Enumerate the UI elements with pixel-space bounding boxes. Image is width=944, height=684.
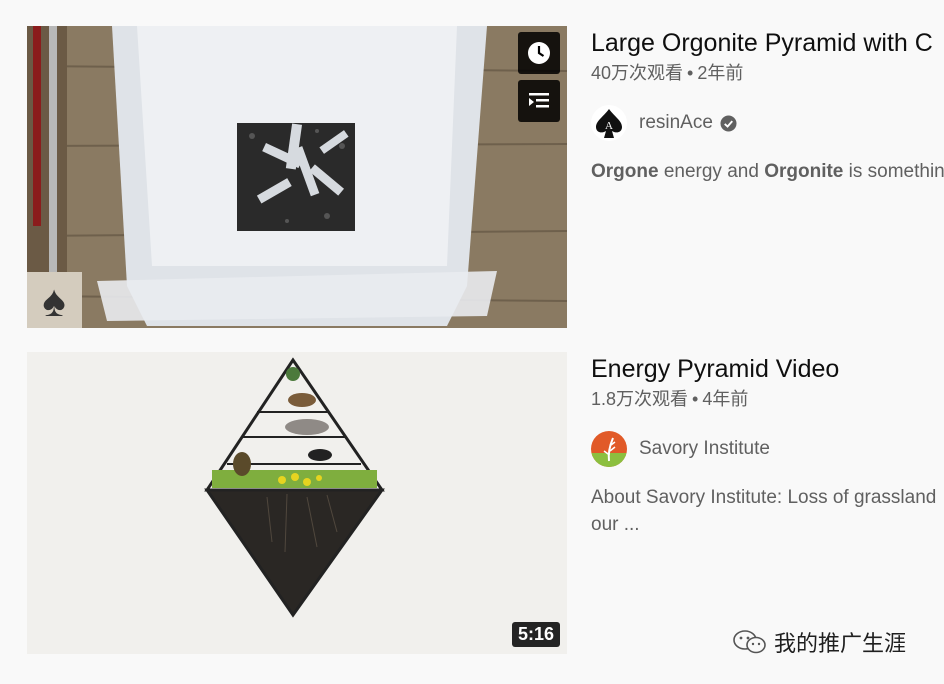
video-meta: 1.8万次观看 • 4年前 <box>591 386 944 412</box>
video-meta: 40万次观看 • 2年前 <box>591 60 944 86</box>
queue-icon <box>529 93 549 108</box>
channel-row[interactable]: A resinAce <box>591 105 944 141</box>
view-count: 40万次观看 <box>591 63 684 83</box>
video-info: Large Orgonite Pyramid with C 40万次观看 • 2年前… <box>591 26 944 185</box>
verified-icon <box>720 114 737 132</box>
channel-row[interactable]: Savory Institute <box>591 431 944 467</box>
upload-age: 4年前 <box>702 389 749 409</box>
video-title[interactable]: Large Orgonite Pyramid with C <box>591 26 944 60</box>
avatar[interactable]: A <box>591 105 627 141</box>
meta-separator: • <box>692 389 699 409</box>
add-to-queue-button[interactable] <box>518 80 560 122</box>
watch-later-button[interactable] <box>518 32 560 74</box>
video-description: About Savory Institute: Loss of grasslan… <box>591 484 944 538</box>
video-thumbnail[interactable] <box>27 678 567 684</box>
video-thumbnail[interactable]: 5:16 <box>27 352 567 654</box>
svg-text:♠: ♠ <box>42 277 65 326</box>
video-thumbnail[interactable]: ♠ <box>27 26 567 328</box>
watermark: 我的推广生涯 <box>732 626 906 658</box>
description-line: About Savory Institute: Loss of grasslan… <box>591 487 937 508</box>
grass-logo-icon <box>591 437 627 467</box>
video-info: Energy Pyramid Video 1.8万次观看 • 4年前 Savory … <box>591 352 944 538</box>
spade-logo-icon: A <box>596 109 622 138</box>
description-bold: Orgone <box>591 161 659 182</box>
view-count: 1.8万次观看 <box>591 389 689 409</box>
description-bold: Orgonite <box>764 161 844 182</box>
clock-icon <box>528 42 550 64</box>
upload-age: 2年前 <box>697 63 744 83</box>
svg-text:A: A <box>605 120 613 132</box>
channel-name[interactable]: Savory Institute <box>639 438 770 460</box>
meta-separator: • <box>687 63 694 83</box>
duration-badge: 5:16 <box>511 622 560 647</box>
avatar[interactable] <box>591 431 627 467</box>
channel-name[interactable]: resinAce <box>639 112 713 134</box>
watermark-text: 我的推广生涯 <box>774 631 907 656</box>
video-title[interactable]: Energy Pyramid Video <box>591 352 944 386</box>
description-text: is something <box>848 161 944 182</box>
description-line: our ... <box>591 514 640 535</box>
wechat-icon <box>733 630 766 654</box>
thumbnail-image: ♠ <box>27 26 567 328</box>
thumbnail-image <box>27 352 567 654</box>
description-text: energy and <box>658 161 765 182</box>
video-description: Orgone energy and Orgonite is something <box>591 158 944 185</box>
